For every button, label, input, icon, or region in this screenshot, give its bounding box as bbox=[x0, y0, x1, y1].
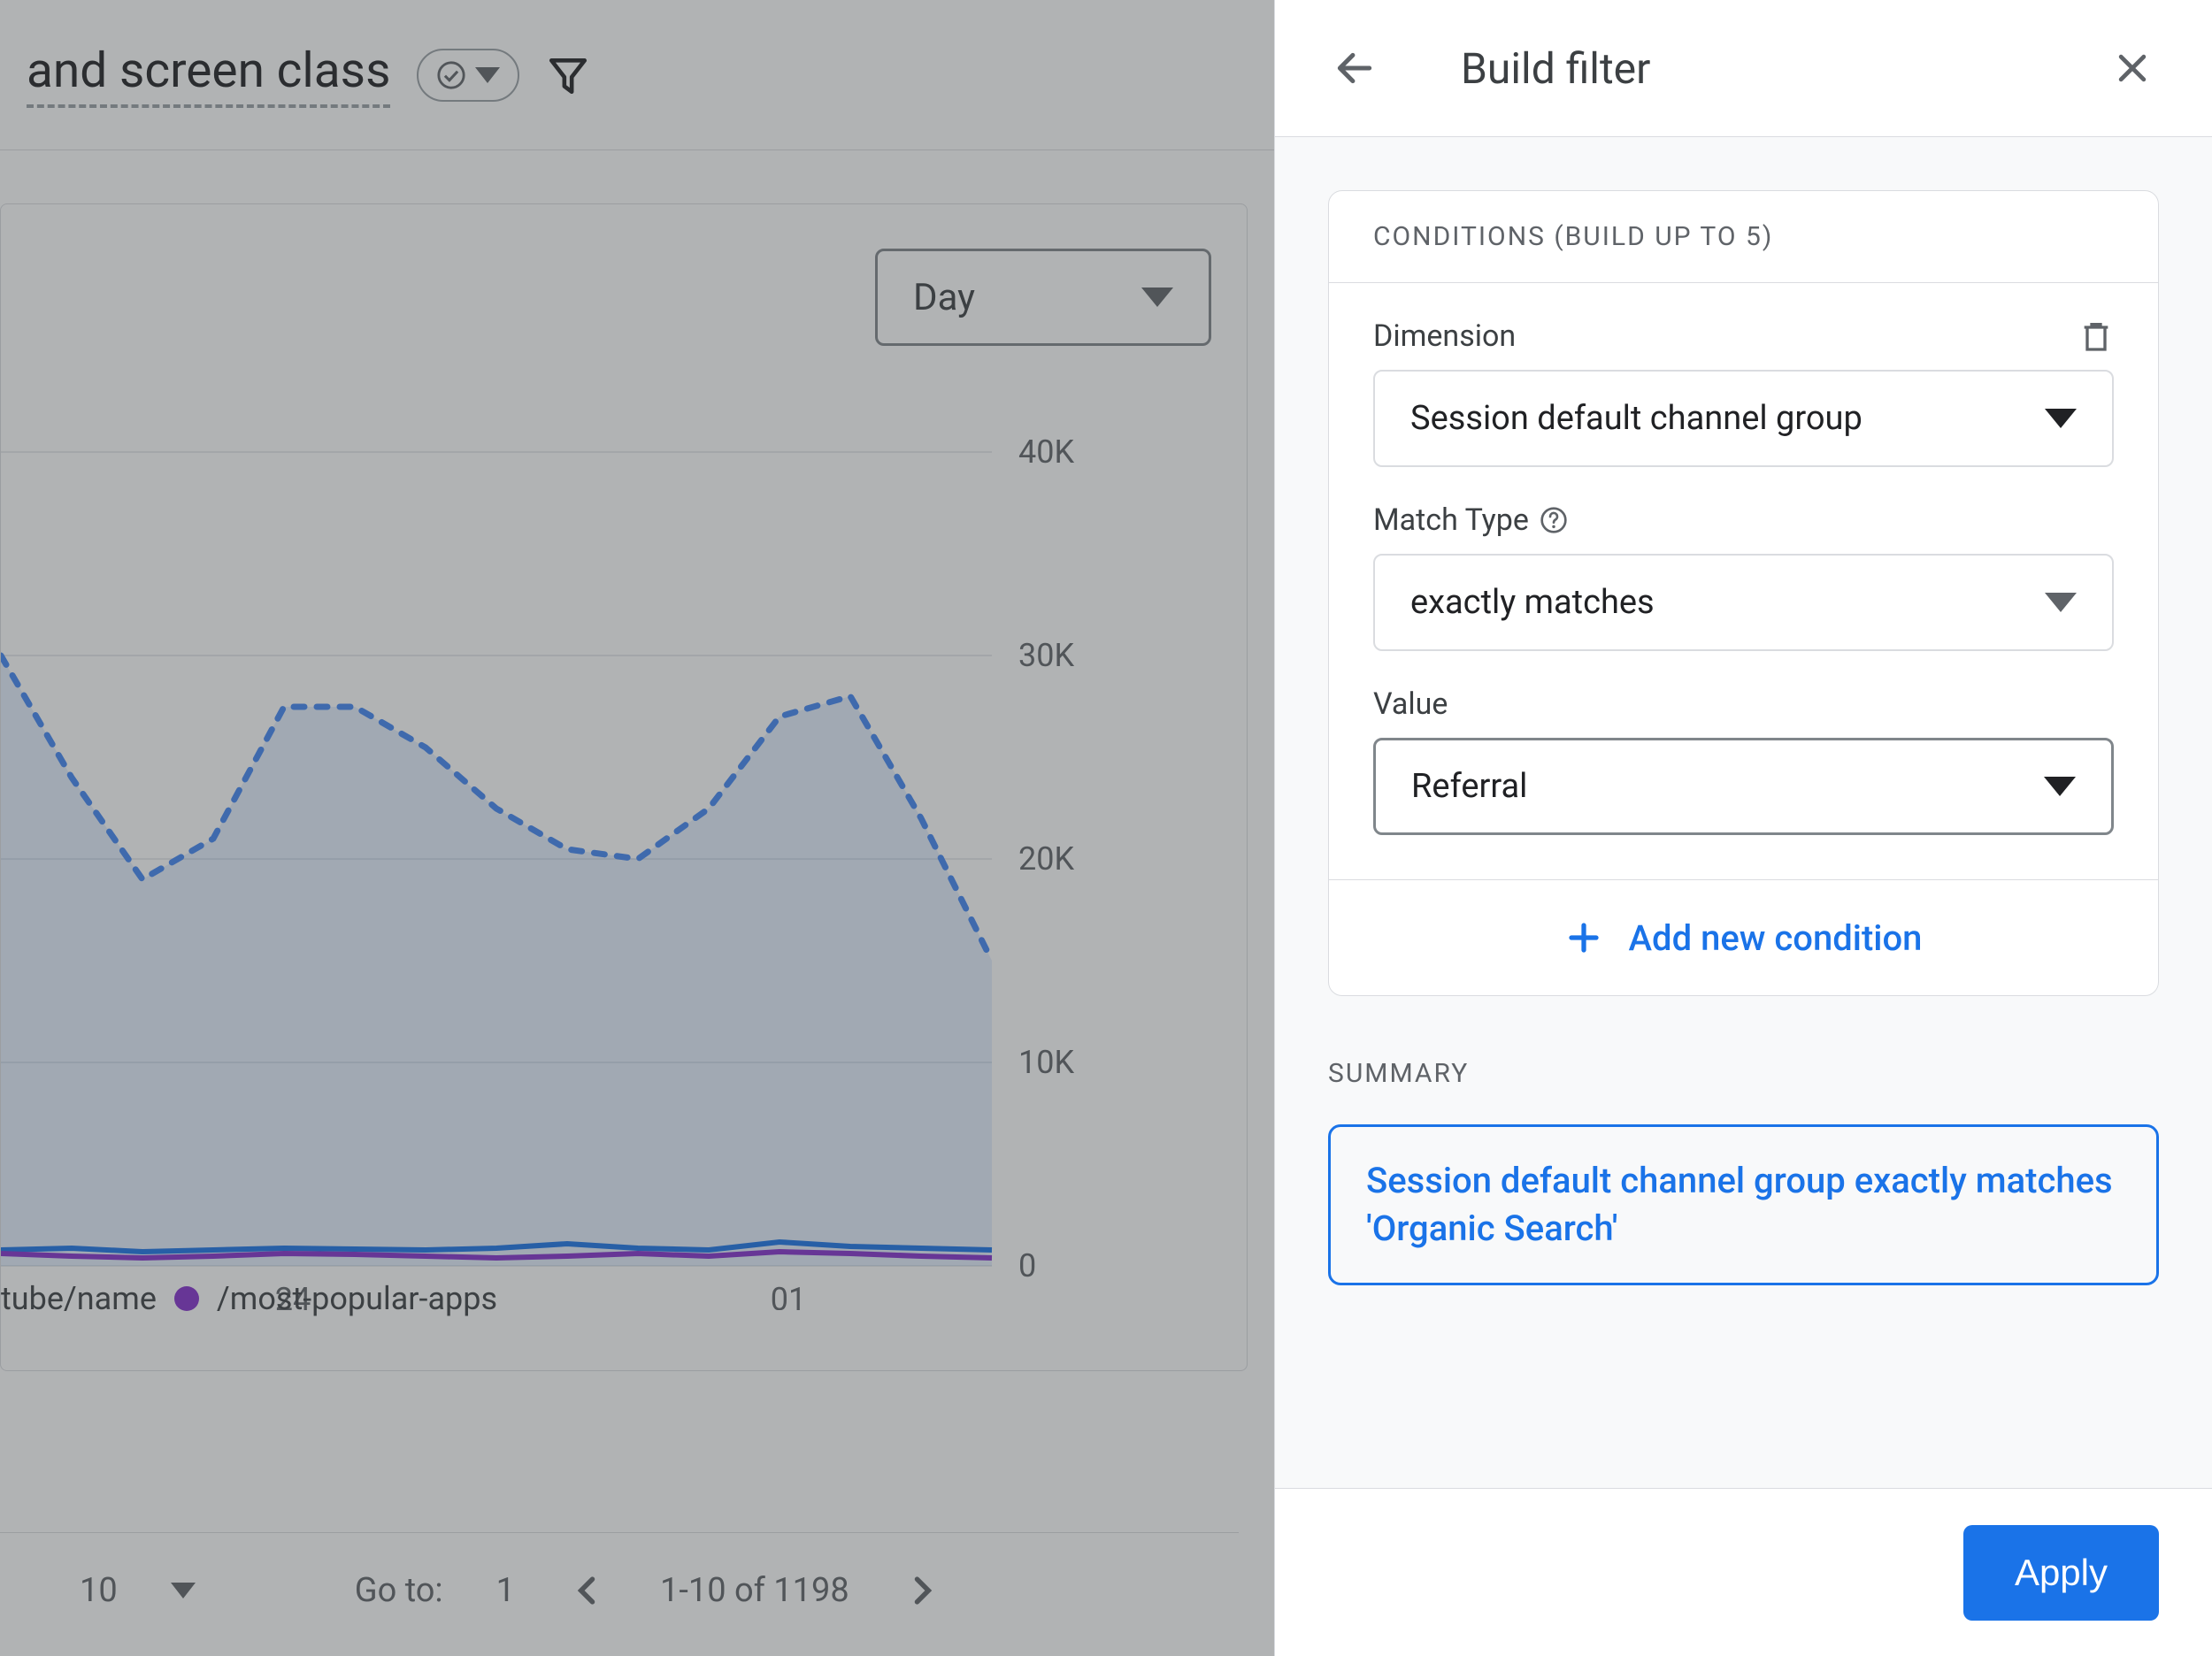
condition-block: Dimension Session default channel group … bbox=[1329, 283, 2158, 880]
chevron-left-icon[interactable] bbox=[568, 1571, 607, 1610]
arrow-left-icon bbox=[1333, 46, 1377, 90]
chevron-down-icon bbox=[171, 1583, 196, 1598]
close-button[interactable] bbox=[2097, 33, 2168, 104]
panel-body: CONDITIONS (BUILD UP TO 5) Dimension Ses… bbox=[1275, 137, 2212, 1488]
y-tick: 0 bbox=[1018, 1247, 1036, 1284]
dimension-chip[interactable] bbox=[417, 49, 519, 102]
close-icon bbox=[2113, 49, 2152, 88]
legend-dot-icon bbox=[174, 1286, 199, 1311]
rows-per-page-value[interactable]: 10 bbox=[80, 1571, 118, 1610]
legend-label: /most-popular-apps bbox=[217, 1280, 497, 1317]
goto-label: Go to: bbox=[355, 1571, 443, 1610]
conditions-card: CONDITIONS (BUILD UP TO 5) Dimension Ses… bbox=[1328, 190, 2159, 996]
chart-legend: tube/name /most-popular-apps bbox=[1, 1280, 497, 1317]
chevron-down-icon bbox=[2045, 409, 2077, 428]
granularity-value: Day bbox=[913, 276, 975, 319]
check-circle-icon bbox=[436, 60, 466, 90]
y-tick: 30K bbox=[1018, 637, 1074, 674]
match-type-label: Match Type bbox=[1373, 502, 1568, 538]
chart-card: Day 40K 30K 20K 10K 0 24 bbox=[0, 203, 1248, 1371]
filter-icon[interactable] bbox=[546, 53, 590, 97]
legend-label: tube/name bbox=[1, 1280, 157, 1317]
dimension-select[interactable]: Session default channel group bbox=[1373, 370, 2114, 467]
report-title: and screen class bbox=[27, 42, 390, 108]
dimension-label: Dimension bbox=[1373, 318, 1516, 354]
summary-label: SUMMARY bbox=[1328, 1058, 2159, 1089]
panel-header: Build filter bbox=[1275, 0, 2212, 137]
chevron-down-icon bbox=[2045, 593, 2077, 612]
add-condition-button[interactable]: Add new condition bbox=[1329, 880, 2158, 995]
report-background: and screen class Day 40K 30K 20 bbox=[0, 0, 1274, 1656]
conditions-header: CONDITIONS (BUILD UP TO 5) bbox=[1329, 191, 2158, 283]
back-button[interactable] bbox=[1319, 33, 1390, 104]
panel-footer: Apply bbox=[1275, 1488, 2212, 1656]
chevron-down-icon bbox=[2044, 777, 2076, 796]
y-tick: 20K bbox=[1018, 840, 1074, 878]
y-tick: 10K bbox=[1018, 1044, 1074, 1081]
value-value: Referral bbox=[1411, 767, 1527, 806]
report-header: and screen class bbox=[0, 0, 1274, 150]
match-type-value: exactly matches bbox=[1410, 583, 1655, 622]
panel-title: Build filter bbox=[1390, 43, 2097, 94]
chevron-down-icon bbox=[475, 67, 500, 83]
summary-chip[interactable]: Session default channel group exactly ma… bbox=[1328, 1124, 2159, 1285]
build-filter-panel: Build filter CONDITIONS (BUILD UP TO 5) … bbox=[1274, 0, 2212, 1656]
plus-icon bbox=[1565, 919, 1602, 956]
table-pager: 10 Go to: 1 1-10 of 1198 bbox=[0, 1532, 1239, 1621]
help-icon[interactable] bbox=[1540, 506, 1568, 534]
apply-button[interactable]: Apply bbox=[1963, 1525, 2159, 1621]
y-tick: 40K bbox=[1018, 433, 1074, 471]
chevron-down-icon bbox=[1141, 288, 1173, 307]
match-type-select[interactable]: exactly matches bbox=[1373, 554, 2114, 651]
add-condition-label: Add new condition bbox=[1629, 917, 1923, 959]
dimension-value: Session default channel group bbox=[1410, 399, 1863, 438]
value-select[interactable]: Referral bbox=[1373, 738, 2114, 835]
line-chart: 40K 30K 20K 10K 0 24 01 Dec bbox=[1, 381, 1274, 1310]
pager-range: 1-10 of 1198 bbox=[660, 1571, 849, 1610]
chevron-right-icon[interactable] bbox=[902, 1571, 941, 1610]
value-label: Value bbox=[1373, 686, 1448, 722]
x-tick: 01 bbox=[771, 1281, 806, 1310]
goto-value[interactable]: 1 bbox=[496, 1571, 515, 1610]
trash-icon[interactable] bbox=[2078, 318, 2114, 354]
granularity-select[interactable]: Day bbox=[875, 249, 1211, 346]
